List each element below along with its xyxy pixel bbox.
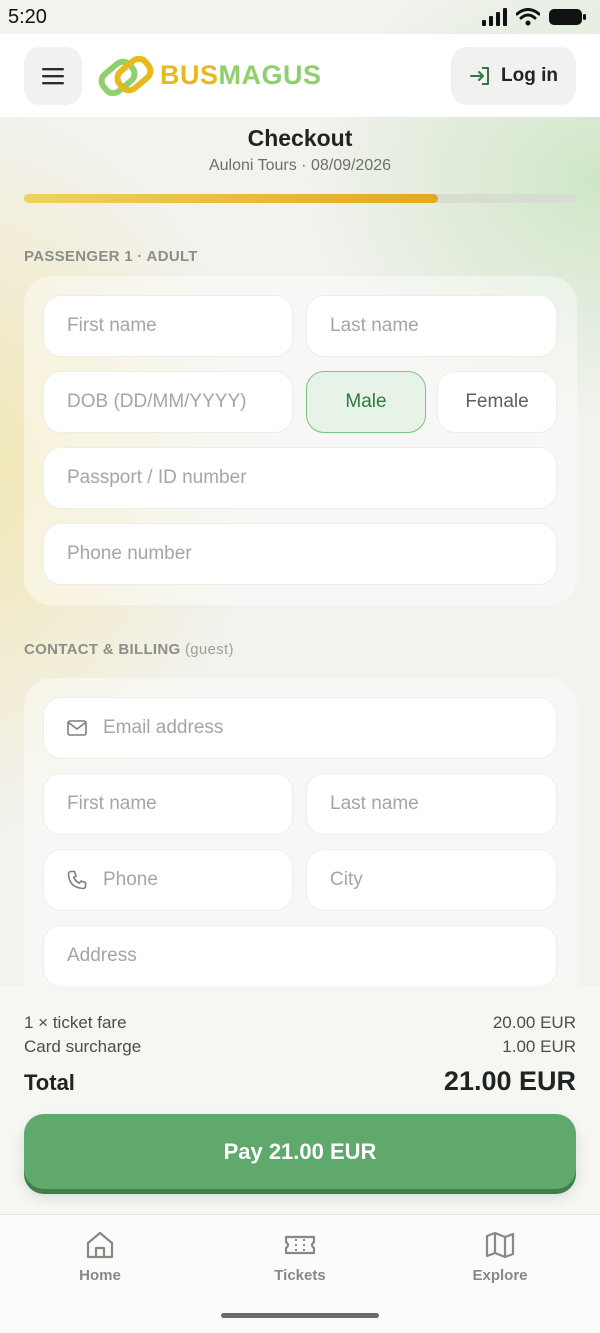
gender-male-option[interactable]: Male — [306, 371, 426, 433]
page-subtitle: Auloni Tours · 08/09/2026 — [208, 157, 392, 174]
surcharge-row: Card surcharge 1.00 EUR — [24, 1037, 576, 1057]
fare-row: 1 × ticket fare 20.00 EUR — [24, 1013, 576, 1033]
home-icon — [86, 1231, 114, 1259]
contact-last-name-field[interactable]: Last name — [306, 773, 557, 835]
total-label: Total — [24, 1070, 75, 1095]
signal-icon — [482, 8, 507, 26]
app-header: BUS MAGUS Log in — [0, 34, 600, 117]
contact-first-name-placeholder: First name — [67, 793, 157, 814]
contact-section-title: CONTACT & BILLING — [24, 641, 181, 658]
surcharge-value: 1.00 EUR — [502, 1037, 576, 1056]
logo-text-bus: BUS — [160, 60, 219, 90]
logo-mark-icon — [98, 55, 154, 96]
passport-field[interactable]: Passport / ID number — [43, 447, 557, 509]
total-row: Total 21.00 EUR — [24, 1066, 576, 1097]
contact-first-name-field[interactable]: First name — [43, 773, 293, 835]
tab-explore-label: Explore — [472, 1267, 528, 1284]
email-placeholder: Email address — [103, 717, 224, 738]
fare-value: 20.00 EUR — [492, 1013, 576, 1032]
login-label: Log in — [501, 64, 558, 86]
contact-card: Email address First name Last name Phone… — [24, 678, 577, 1008]
checkout-progress-bar — [24, 194, 576, 203]
tab-explore[interactable]: Explore — [440, 1229, 560, 1284]
passenger-phone-placeholder: Phone number — [67, 543, 192, 564]
contact-last-name-placeholder: Last name — [330, 793, 419, 814]
passenger-phone-field[interactable]: Phone number — [43, 523, 557, 585]
contact-section-label: CONTACT & BILLING (guest) — [24, 641, 234, 658]
progress-fill — [24, 194, 438, 203]
tab-tickets[interactable]: Tickets — [240, 1229, 360, 1284]
gender-female-option[interactable]: Female — [437, 371, 557, 433]
tab-tickets-label: Tickets — [274, 1267, 326, 1284]
city-placeholder: City — [330, 869, 363, 890]
map-icon — [485, 1231, 515, 1259]
passenger-first-name-field[interactable]: First name — [43, 295, 293, 357]
login-arrow-icon — [470, 66, 490, 85]
passenger-last-name-placeholder: Last name — [330, 315, 419, 336]
menu-button[interactable] — [24, 46, 82, 105]
status-time: 5:20 — [8, 5, 47, 28]
hamburger-menu-icon — [42, 67, 64, 84]
status-icons — [482, 7, 588, 27]
home-indicator — [221, 1313, 379, 1318]
passenger-card: First name Last name DOB (DD/MM/YYYY) Ma… — [24, 276, 577, 605]
brand-logo[interactable]: BUS MAGUS — [96, 51, 322, 101]
wifi-icon — [516, 8, 540, 26]
tab-home-label: Home — [79, 1267, 121, 1284]
battery-icon — [549, 9, 586, 25]
pay-button[interactable]: Pay 21.00 EUR — [24, 1114, 576, 1189]
contact-phone-field[interactable]: Phone — [43, 849, 293, 911]
address-placeholder: Address — [67, 945, 137, 966]
address-field[interactable]: Address — [43, 925, 557, 987]
phone-icon — [67, 870, 87, 890]
mail-icon — [67, 720, 87, 736]
logo-text-magus: MAGUS — [218, 60, 322, 90]
contact-phone-placeholder: Phone — [103, 869, 158, 890]
passport-placeholder: Passport / ID number — [67, 467, 247, 488]
total-value: 21.00 EUR — [443, 1066, 576, 1096]
ticket-icon — [284, 1235, 316, 1255]
tab-home[interactable]: Home — [40, 1229, 160, 1284]
order-summary: 1 × ticket fare 20.00 EUR Card surcharge… — [0, 986, 600, 1214]
passenger-section-label: PASSENGER 1 · ADULT — [24, 248, 198, 265]
fare-label: 1 × ticket fare — [24, 1013, 127, 1032]
page-title: Checkout — [247, 125, 353, 151]
surcharge-label: Card surcharge — [24, 1037, 142, 1056]
dob-placeholder: DOB (DD/MM/YYYY) — [67, 391, 247, 412]
city-field[interactable]: City — [306, 849, 557, 911]
passenger-first-name-placeholder: First name — [67, 315, 157, 336]
passenger-last-name-field[interactable]: Last name — [306, 295, 557, 357]
email-field[interactable]: Email address — [43, 697, 557, 759]
status-bar: 5:20 — [0, 0, 600, 34]
dob-field[interactable]: DOB (DD/MM/YYYY) — [43, 371, 293, 433]
login-button[interactable]: Log in — [451, 46, 576, 105]
contact-section-hint: (guest) — [184, 641, 234, 658]
